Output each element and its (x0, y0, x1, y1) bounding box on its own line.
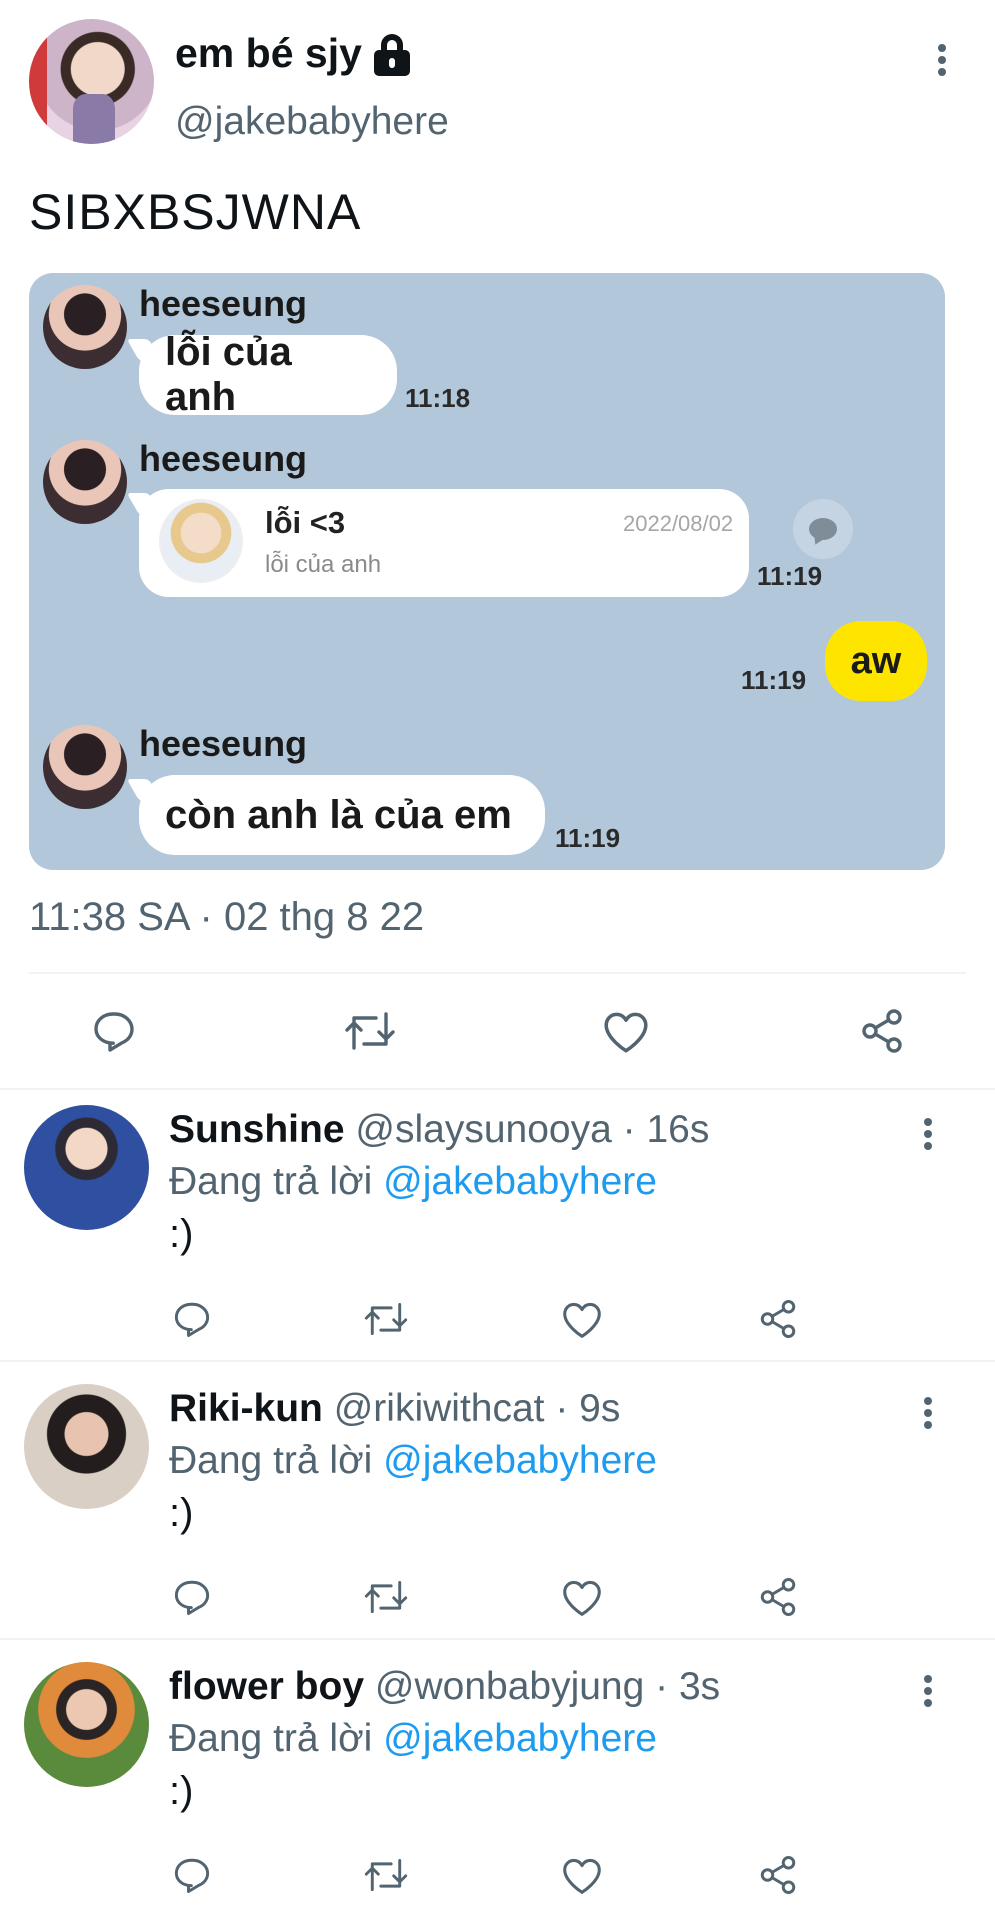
reply-display-name[interactable]: flower boy (169, 1665, 364, 1708)
replying-to-line: Đang trả lời @jakebabyhere (169, 1160, 657, 1204)
tweet-timestamp[interactable]: 11:38 SA · 02 thg 8 22 (29, 895, 424, 940)
lock-icon (372, 32, 412, 76)
reply-tweet[interactable]: Riki-kun @rikiwithcat · 9s Đang trả lời … (0, 1360, 995, 1638)
replying-to-line: Đang trả lời @jakebabyhere (169, 1717, 657, 1761)
quote-subtitle: lỗi của anh (265, 551, 382, 578)
more-vertical-icon[interactable] (918, 1114, 938, 1154)
replying-prefix: Đang trả lời (169, 1439, 373, 1482)
retweet-icon[interactable] (360, 1296, 412, 1342)
tweet-media-image[interactable]: heeseung lỗi của anh 11:18 heeseung lỗi … (29, 273, 945, 870)
author-avatar[interactable] (29, 19, 154, 144)
chat-message-bubble: lỗi của anh (139, 330, 397, 419)
share-icon[interactable] (852, 1005, 912, 1057)
divider (29, 972, 966, 974)
replying-to-line: Đang trả lời @jakebabyhere (169, 1439, 657, 1483)
reply-mention-link[interactable]: @jakebabyhere (383, 1439, 657, 1482)
chat-avatar (43, 725, 127, 809)
share-icon[interactable] (752, 1574, 804, 1620)
author-handle[interactable]: @jakebabyhere (175, 100, 449, 144)
tweet-text: SIBXBSJWNA (29, 184, 362, 240)
author-name-row: em bé sjy (175, 30, 412, 77)
more-vertical-icon[interactable] (918, 1393, 938, 1433)
reply-header: Sunshine @slaysunooya · 16s (169, 1108, 709, 1152)
reply-text: :) (169, 1491, 194, 1535)
chat-message-time: 11:19 (555, 823, 621, 853)
reply-text: :) (169, 1769, 194, 1813)
reply-avatar[interactable] (24, 1662, 149, 1787)
chat-message-bubble: còn anh là của em (139, 775, 545, 855)
quote-date: 2022/08/02 (623, 511, 734, 536)
reply-handle[interactable]: @slaysunooya (355, 1108, 611, 1151)
reply-tweet[interactable]: flower boy @wonbabyjung · 3s Đang trả lờ… (0, 1638, 995, 1920)
reply-header: flower boy @wonbabyjung · 3s (169, 1665, 720, 1709)
reply-handle[interactable]: @wonbabyjung (375, 1665, 644, 1708)
share-icon[interactable] (752, 1296, 804, 1342)
heart-icon[interactable] (556, 1574, 608, 1620)
author-display-name[interactable]: em bé sjy (175, 30, 362, 77)
reply-tweet[interactable]: Sunshine @slaysunooya · 16s Đang trả lời… (0, 1088, 995, 1360)
retweet-icon[interactable] (360, 1852, 412, 1898)
quote-avatar (159, 499, 243, 583)
chat-message-text: lỗi của anh (165, 330, 292, 419)
replying-prefix: Đang trả lời (169, 1717, 373, 1760)
heart-icon[interactable] (596, 1005, 656, 1057)
reply-display-name[interactable]: Sunshine (169, 1108, 345, 1151)
chat-sender-name: heeseung (139, 438, 308, 479)
reply-handle[interactable]: @rikiwithcat (334, 1387, 545, 1430)
reply-mention-link[interactable]: @jakebabyhere (383, 1160, 657, 1203)
reply-header: Riki-kun @rikiwithcat · 9s (169, 1387, 620, 1431)
reply-avatar[interactable] (24, 1384, 149, 1509)
reply-age[interactable]: · 3s (655, 1665, 720, 1708)
reply-age[interactable]: · 9s (555, 1387, 620, 1430)
reply-text: :) (169, 1212, 194, 1256)
retweet-icon[interactable] (360, 1574, 412, 1620)
heart-icon[interactable] (556, 1296, 608, 1342)
heart-icon[interactable] (556, 1852, 608, 1898)
reply-icon[interactable] (166, 1296, 218, 1342)
chat-message-time: 11:19 (757, 561, 823, 591)
reply-icon[interactable] (84, 1005, 144, 1057)
comment-icon (793, 499, 853, 559)
chat-sender-name: heeseung (139, 723, 308, 764)
chat-own-bubble: aw (825, 621, 927, 701)
reply-icon[interactable] (166, 1574, 218, 1620)
reply-mention-link[interactable]: @jakebabyhere (383, 1717, 657, 1760)
chat-message-time: 11:18 (405, 383, 471, 413)
replying-prefix: Đang trả lời (169, 1160, 373, 1203)
chat-message-text: aw (850, 639, 902, 682)
quote-title: lỗi <3 (265, 505, 346, 540)
reply-age[interactable]: · 16s (623, 1108, 710, 1151)
chat-avatar (43, 440, 127, 524)
reply-display-name[interactable]: Riki-kun (169, 1387, 323, 1430)
more-vertical-icon[interactable] (918, 1671, 938, 1711)
share-icon[interactable] (752, 1852, 804, 1898)
reply-icon[interactable] (166, 1852, 218, 1898)
chat-message-time: 11:19 (741, 665, 807, 695)
reply-avatar[interactable] (24, 1105, 149, 1230)
chat-sender-name: heeseung (139, 283, 308, 324)
retweet-icon[interactable] (340, 1005, 400, 1057)
more-vertical-icon[interactable] (932, 40, 952, 80)
chat-message-text: còn anh là của em (165, 792, 512, 837)
chat-avatar (43, 285, 127, 369)
